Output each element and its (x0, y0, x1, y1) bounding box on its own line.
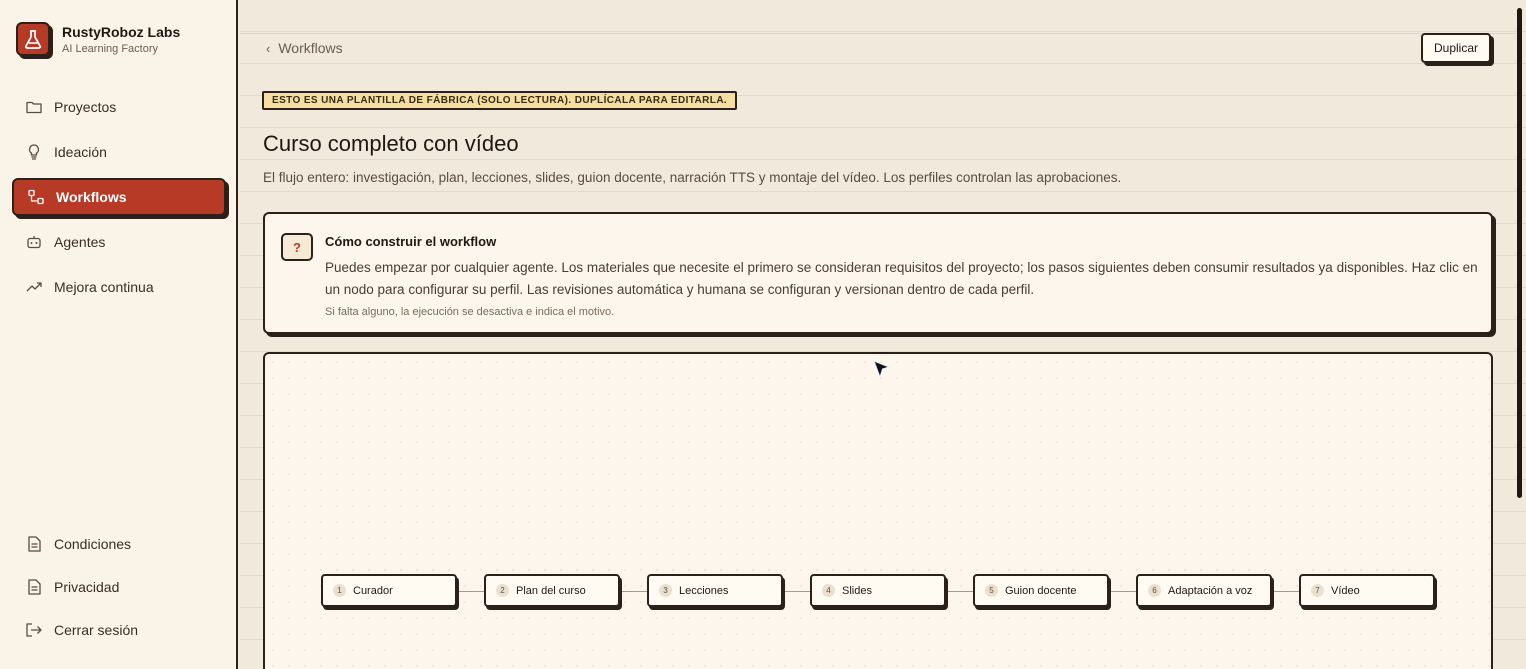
workflow-canvas[interactable]: 1 Curador 2 Plan del curso 3 Lecciones 4… (263, 352, 1493, 669)
sidebar-item-label: Mejora continua (54, 279, 154, 295)
back-to-workflows-link[interactable]: ‹ Workflows (266, 40, 343, 56)
node-label: Slides (842, 584, 872, 597)
question-icon: ? (281, 233, 313, 261)
sidebar-item-privacidad[interactable]: Privacidad (12, 568, 226, 606)
workflow-edge (1273, 591, 1300, 592)
folder-icon (26, 99, 42, 115)
workflow-node-lecciones[interactable]: 3 Lecciones (647, 574, 783, 607)
main-content: ‹ Workflows Duplicar ESTO ES UNA PLANTIL… (240, 0, 1526, 669)
sidebar-item-label: Cerrar sesión (54, 622, 139, 638)
flask-logo-icon (16, 22, 50, 56)
node-number: 3 (659, 584, 672, 597)
node-number: 5 (985, 584, 998, 597)
workflow-node-video[interactable]: 7 Vídeo (1299, 574, 1435, 607)
workflow-edge (784, 591, 811, 592)
help-title: Cómo construir el workflow (325, 234, 497, 249)
node-number: 6 (1148, 584, 1161, 597)
workflow-node-plan-del-curso[interactable]: 2 Plan del curso (484, 574, 620, 607)
sidebar-item-agentes[interactable]: Agentes (12, 223, 226, 261)
sidebar-item-label: Privacidad (54, 579, 120, 595)
mouse-cursor-icon (873, 360, 891, 385)
help-body: Puedes empezar por cualquier agente. Los… (325, 260, 1478, 297)
sidebar-item-label: Ideación (54, 144, 107, 160)
logout-icon (26, 622, 42, 638)
sidebar-item-condiciones[interactable]: Condiciones (12, 525, 226, 563)
sidebar-item-label: Proyectos (54, 99, 117, 115)
sidebar-item-label: Agentes (54, 234, 106, 250)
readonly-banner: ESTO ES UNA PLANTILLA DE FÁBRICA (SOLO L… (262, 91, 738, 110)
workflow-edge (1110, 591, 1137, 592)
node-number: 1 (333, 584, 346, 597)
node-label: Vídeo (1331, 584, 1360, 597)
sidebar-item-label: Condiciones (54, 536, 132, 552)
node-label: Curador (353, 584, 393, 597)
document-icon (26, 579, 42, 595)
workflow-edge (947, 591, 974, 592)
workflow-node-curador[interactable]: 1 Curador (321, 574, 457, 607)
sidebar-item-mejora-continua[interactable]: Mejora continua (12, 268, 226, 306)
divider (240, 33, 1516, 34)
sidebar-nav: Proyectos Ideación Workflows Agentes Mej… (12, 88, 226, 313)
brand-subtitle: AI Learning Factory (62, 42, 158, 55)
sidebar-footer-nav: Condiciones Privacidad Cerrar sesión (12, 525, 226, 654)
page-subtitle: El flujo entero: investigación, plan, le… (263, 170, 1122, 185)
help-note: Si falta alguno, la ejecución se desacti… (325, 306, 615, 318)
workflow-node-guion-docente[interactable]: 5 Guion docente (973, 574, 1109, 607)
node-label: Lecciones (679, 584, 729, 597)
sidebar-item-cerrar-sesion[interactable]: Cerrar sesión (12, 611, 226, 649)
chevron-left-icon: ‹ (266, 40, 271, 56)
brand[interactable]: RustyRoboz Labs AI Learning Factory (16, 22, 180, 56)
workflow-node-slides[interactable]: 4 Slides (810, 574, 946, 607)
node-number: 2 (496, 584, 509, 597)
sidebar-item-ideacion[interactable]: Ideación (12, 133, 226, 171)
node-label: Plan del curso (516, 584, 586, 597)
sidebar-item-workflows[interactable]: Workflows (12, 178, 226, 216)
back-link-label: Workflows (278, 40, 343, 56)
workflow-icon (28, 189, 44, 205)
workflow-node-adaptacion-a-voz[interactable]: 6 Adaptación a voz (1136, 574, 1272, 607)
page-scrollbar[interactable] (1517, 8, 1522, 498)
node-number: 4 (822, 584, 835, 597)
lightbulb-icon (26, 144, 42, 160)
node-label: Adaptación a voz (1168, 584, 1253, 597)
robot-icon (26, 234, 42, 250)
document-icon (26, 536, 42, 552)
sidebar: RustyRoboz Labs AI Learning Factory Proy… (0, 0, 238, 669)
sidebar-item-proyectos[interactable]: Proyectos (12, 88, 226, 126)
trending-up-icon (26, 279, 42, 295)
workflow-edge (621, 591, 648, 592)
sidebar-item-label: Workflows (56, 189, 127, 205)
page-title: Curso completo con vídeo (263, 131, 519, 156)
brand-name: RustyRoboz Labs (62, 23, 181, 40)
workflow-edge (458, 591, 485, 592)
help-card: ? Cómo construir el workflow Puedes empe… (263, 212, 1493, 334)
node-number: 7 (1311, 584, 1324, 597)
duplicate-button[interactable]: Duplicar (1421, 33, 1491, 63)
node-label: Guion docente (1005, 584, 1077, 597)
